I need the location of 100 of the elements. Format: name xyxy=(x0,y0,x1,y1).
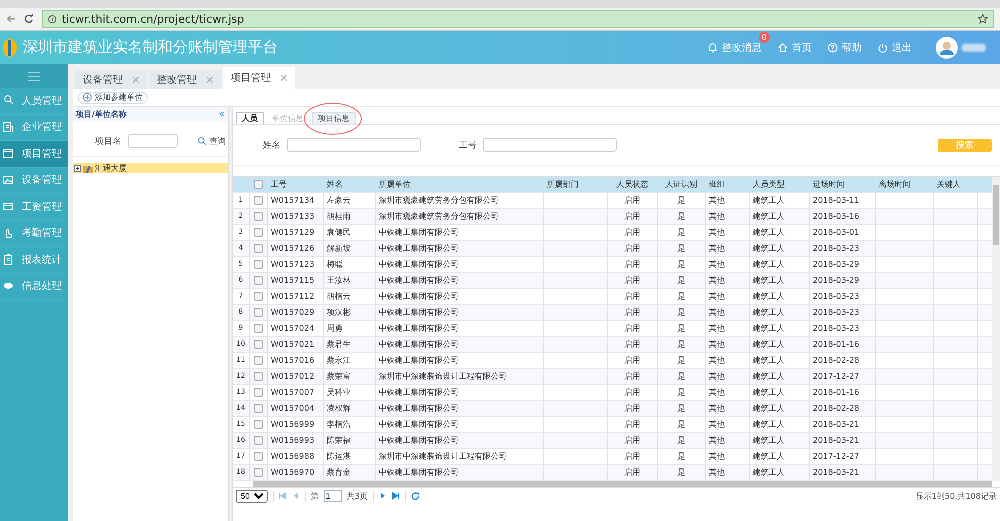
column-header[interactable]: 进场时间 xyxy=(810,177,876,192)
page-tab[interactable]: 设备管理 xyxy=(75,70,147,89)
table-cell: 是 xyxy=(658,225,706,240)
row-checkbox[interactable] xyxy=(254,404,263,413)
column-header[interactable]: 离场时间 xyxy=(876,177,934,192)
tree-node[interactable]: 汇通大厦 xyxy=(73,163,228,173)
row-checkbox[interactable] xyxy=(254,452,263,461)
row-checkbox[interactable] xyxy=(254,212,263,221)
row-checkbox[interactable] xyxy=(254,324,263,333)
table-cell: 蔡君生 xyxy=(324,337,376,352)
column-header[interactable]: 人证识别 xyxy=(658,177,706,192)
table-cell: 深圳市巍豪建筑劳务分包有限公司 xyxy=(376,209,544,224)
table-cell: 2018-03-01 xyxy=(810,225,876,240)
page-size-select[interactable]: 50 xyxy=(236,490,268,502)
vertical-scrollbar[interactable] xyxy=(992,177,1000,481)
image-icon xyxy=(3,174,14,186)
search-field[interactable] xyxy=(483,138,617,152)
table-cell: W0157123 xyxy=(268,257,324,272)
row-checkbox[interactable] xyxy=(254,260,263,269)
table-cell: 是 xyxy=(658,273,706,288)
table-cell: 中铁建工集团有限公司 xyxy=(376,225,544,240)
table-cell: 启用 xyxy=(608,257,658,272)
table-cell: 2018-01-16 xyxy=(810,385,876,400)
plus-circle-icon xyxy=(83,93,92,102)
table-cell: 2017-12-27 xyxy=(810,369,876,384)
table-cell: 中铁建工集团有限公司 xyxy=(376,241,544,256)
add-unit-button[interactable]: 添加参建单位 xyxy=(78,92,148,104)
column-header[interactable]: 所属单位 xyxy=(376,177,544,192)
table-cell: 2018-03-23 xyxy=(810,305,876,320)
page-tab[interactable]: 项目管理 xyxy=(223,67,295,89)
page-label: 第 xyxy=(311,490,319,502)
collapse-button[interactable]: « xyxy=(218,109,225,120)
star-icon[interactable] xyxy=(978,14,988,24)
home-icon xyxy=(778,42,788,52)
table-cell: 建筑工人 xyxy=(750,273,810,288)
row-checkbox[interactable] xyxy=(254,388,263,397)
select-all-checkbox[interactable] xyxy=(254,180,263,189)
sub-tab[interactable]: 项目信息 xyxy=(312,112,356,124)
query-button[interactable]: 查询 xyxy=(198,136,226,146)
row-checkbox[interactable] xyxy=(254,340,263,349)
sidebar-item[interactable]: 项目管理 xyxy=(0,141,68,168)
table-cell: 2018-03-23 xyxy=(810,289,876,304)
close-icon[interactable] xyxy=(281,75,287,81)
column-header[interactable]: 人员状态 xyxy=(608,177,658,192)
table-cell: 其他 xyxy=(706,225,750,240)
column-header[interactable]: 所属部门 xyxy=(544,177,608,192)
row-checkbox[interactable] xyxy=(254,308,263,317)
menu-icon[interactable] xyxy=(28,72,40,80)
search-field[interactable] xyxy=(287,138,421,152)
table-cell: 是 xyxy=(658,289,706,304)
row-checkbox[interactable] xyxy=(254,276,263,285)
page-tab[interactable]: 整改管理 xyxy=(149,70,221,89)
column-header[interactable]: 班组 xyxy=(706,177,750,192)
table-cell: W0157012 xyxy=(268,369,324,384)
table-cell: W0157021 xyxy=(268,337,324,352)
table-cell: 其他 xyxy=(706,257,750,272)
row-checkbox[interactable] xyxy=(254,244,263,253)
horizontal-scrollbar[interactable] xyxy=(253,481,992,487)
table-cell: 其他 xyxy=(706,433,750,448)
close-icon[interactable] xyxy=(207,76,213,82)
table-cell: 2018-02-28 xyxy=(810,401,876,416)
clipboard-icon xyxy=(3,254,14,266)
last-page-icon[interactable] xyxy=(392,492,400,500)
project-name-field[interactable] xyxy=(128,134,178,148)
back-icon[interactable] xyxy=(6,14,16,24)
table-cell: 其他 xyxy=(706,401,750,416)
table-cell: W0157126 xyxy=(268,241,324,256)
close-icon[interactable] xyxy=(133,76,139,82)
sub-tab[interactable]: 人员 xyxy=(236,112,264,124)
table-cell: 启用 xyxy=(608,449,658,464)
app-title: 深圳市建筑业实名制和分账制管理平台 xyxy=(23,38,278,57)
column-header[interactable]: 人员类型 xyxy=(750,177,810,192)
table-cell: 建筑工人 xyxy=(750,337,810,352)
first-page-icon[interactable] xyxy=(279,492,287,500)
next-page-icon[interactable] xyxy=(379,492,388,500)
refresh-icon[interactable] xyxy=(411,492,420,500)
column-header[interactable]: 关键人 xyxy=(934,177,978,192)
expand-toggle-icon[interactable] xyxy=(74,164,81,172)
row-checkbox[interactable] xyxy=(254,372,263,381)
row-checkbox[interactable] xyxy=(254,436,263,445)
page-number-field[interactable]: 1 xyxy=(324,490,342,502)
table-cell: 其他 xyxy=(706,241,750,256)
table-cell: 其他 xyxy=(706,289,750,304)
row-checkbox[interactable] xyxy=(254,420,263,429)
row-checkbox[interactable] xyxy=(254,292,263,301)
address-bar[interactable]: ticwr.thit.com.cn/project/ticwr.jsp xyxy=(42,10,994,28)
row-checkbox[interactable] xyxy=(254,468,263,477)
row-checkbox[interactable] xyxy=(254,356,263,365)
column-header[interactable]: 姓名 xyxy=(324,177,376,192)
reload-icon[interactable] xyxy=(24,14,34,24)
table-cell: 周勇 xyxy=(324,321,376,336)
row-checkbox[interactable] xyxy=(254,228,263,237)
previous-page-icon[interactable] xyxy=(292,492,300,500)
avatar-icon[interactable] xyxy=(936,36,958,58)
power-icon xyxy=(878,42,888,52)
record-summary: 显示1到50,共108记录 xyxy=(916,490,997,502)
help-icon xyxy=(828,42,838,52)
row-checkbox[interactable] xyxy=(254,196,263,205)
table-cell: 中铁建工集团有限公司 xyxy=(376,289,544,304)
column-header[interactable]: 工号 xyxy=(268,177,324,192)
